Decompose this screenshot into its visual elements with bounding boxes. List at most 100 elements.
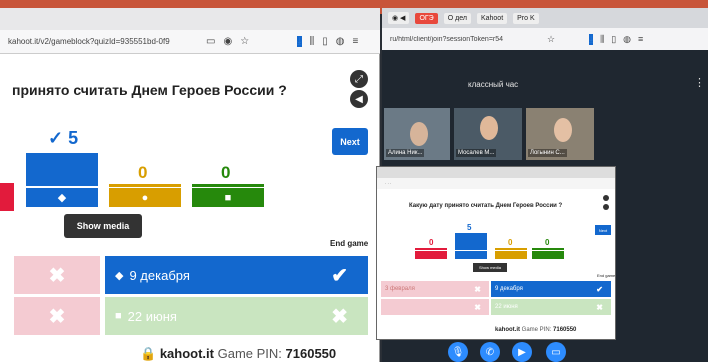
correct-icon: ✔ (596, 284, 603, 294)
answer-green-label: 22 июня (127, 308, 177, 324)
participant-tile-3[interactable]: Логынин С... (526, 108, 594, 160)
lock-icon: 🔒 (140, 346, 157, 361)
tab-pro-k[interactable]: Pro K (513, 12, 539, 24)
right-url-text[interactable]: ru/html/client/join?sessionToken=r54 (390, 36, 540, 43)
phone-icon[interactable]: ✆ (480, 342, 500, 362)
shared-footer-site: kahoot.it (495, 327, 520, 333)
screen-share-icon[interactable]: ▭ (546, 342, 566, 362)
tab-oge[interactable]: ОГЭ (415, 12, 438, 24)
download-icon[interactable]: ⤓ (297, 36, 302, 47)
check-icon: ✓ (48, 128, 64, 148)
sidebar-icon[interactable]: ▯ (611, 34, 616, 45)
shared-triangle-bar (415, 251, 447, 259)
shared-question: Какую дату принято считать Днем Героев Р… (409, 203, 563, 209)
answer-yellow: ✖ (14, 297, 100, 335)
wrong-icon: ✖ (48, 305, 66, 328)
circle-icon: ● (109, 188, 181, 207)
right-tab-bar: ◉ ◀ ОГЭ О дел Kahoot Pro K (382, 8, 708, 28)
screen: kahoot.it/v2/gameblock?quizId=935551bd-0… (0, 0, 708, 362)
account-icon[interactable]: ◍ (623, 34, 631, 45)
wrong-icon: ✖ (474, 284, 481, 294)
count-blue: 5 (68, 128, 79, 148)
shared-count-red: 0 (429, 238, 434, 247)
shield-icon[interactable]: ◉ (223, 36, 232, 47)
shared-bar-green (532, 248, 564, 250)
shared-answer-blue-label: 9 декабря (495, 286, 523, 292)
shared-bar-yellow (495, 248, 527, 250)
participant-tile-1[interactable]: Алина Ник... (384, 108, 450, 160)
fullscreen-icon[interactable]: ⤢ (350, 70, 368, 88)
account-icon[interactable]: ◍ (336, 36, 345, 47)
shared-footer: kahoot.it Game PIN: 7160550 (495, 327, 576, 333)
game-footer: 🔒 kahoot.it Game PIN: 7160550 (140, 346, 336, 362)
answer-bar-green (192, 184, 264, 187)
shared-count-blue: 5 (467, 223, 472, 232)
download-icon[interactable]: ⤓ (589, 33, 594, 45)
tab-kahoot[interactable]: Kahoot (476, 12, 508, 24)
count-yellow: 0 (138, 163, 148, 182)
volume-icon[interactable]: ◀ (350, 90, 368, 108)
wrong-icon: ✖ (331, 305, 348, 328)
next-button[interactable]: Next (332, 128, 368, 155)
answer-bar-red (0, 183, 14, 211)
fullscreen-icon (603, 195, 609, 201)
end-game-button[interactable]: End game (330, 239, 368, 248)
shared-bar-blue (455, 233, 487, 250)
shared-square-bar (532, 251, 564, 259)
wrong-icon: ✖ (474, 302, 481, 312)
correct-icon: ✔ (331, 264, 348, 287)
star-icon[interactable]: ☆ (547, 34, 555, 45)
reader-icon[interactable]: ▭ (206, 36, 215, 47)
menu-icon[interactable]: ≡ (352, 36, 358, 47)
diamond-icon: ◆ (115, 269, 124, 282)
library-icon[interactable]: ⫼ (310, 36, 315, 47)
shared-answer-blue: 9 декабря ✔ (491, 281, 611, 297)
more-options-icon[interactable]: ⋮ (694, 76, 705, 89)
show-media-button[interactable]: Show media (64, 214, 142, 238)
count-green: 0 (221, 163, 231, 182)
shared-count-green: 0 (545, 238, 550, 247)
left-address-bar[interactable]: kahoot.it/v2/gameblock?quizId=935551bd-0… (0, 30, 380, 54)
correct-count-label: ✓ 5 (48, 128, 78, 149)
wrong-icon: ✖ (596, 302, 603, 312)
shared-circle-bar (495, 251, 527, 259)
answer-blue-correct: ◆ 9 декабря ✔ (105, 256, 368, 294)
footer-site: kahoot.it (159, 346, 214, 361)
shared-diamond-bar (455, 251, 487, 259)
wrong-icon: ✖ (48, 264, 66, 287)
diamond-icon: ◆ (26, 188, 98, 207)
left-url-text[interactable]: kahoot.it/v2/gameblock?quizId=935551bd-0… (8, 37, 198, 46)
shared-bar-red (415, 248, 447, 250)
footer-pin-label: Game PIN: (217, 346, 282, 361)
shared-answer-red: 3 февраля ✖ (381, 281, 489, 297)
tab-o-del[interactable]: О дел (443, 12, 471, 24)
camera-icon[interactable]: ▶ (512, 342, 532, 362)
shared-next-button: Next (595, 225, 611, 235)
shared-count-yellow: 0 (508, 238, 513, 247)
star-icon[interactable]: ☆ (240, 36, 249, 47)
meeting-title: классный час (468, 80, 519, 89)
avatar (554, 118, 572, 142)
shared-screen: · · · Какую дату принято считать Днем Ге… (376, 166, 616, 340)
answer-green: ■ 22 июня ✖ (105, 297, 368, 335)
volume-icon (603, 204, 609, 210)
answer-bar-blue (26, 153, 98, 186)
right-address-bar[interactable]: ru/html/client/join?sessionToken=r54 ☆ ⤓… (382, 28, 708, 50)
mic-icon[interactable]: 🎙 (448, 342, 468, 362)
participant-name: Алина Ник... (386, 149, 425, 157)
shared-answer-green-label: 22 июня (495, 304, 518, 310)
sidebar-icon[interactable]: ▯ (322, 36, 328, 47)
shared-footer-pin: 7160550 (553, 327, 577, 333)
shared-answer-yellow: ✖ (381, 299, 489, 315)
answer-red: ✖ (14, 256, 100, 294)
library-icon[interactable]: ⫼ (600, 34, 604, 45)
shared-end-game: End game (597, 273, 616, 278)
participant-tile-2[interactable]: Мосалев М... (454, 108, 522, 160)
footer-pin: 7160550 (285, 346, 337, 361)
question-text: принято считать Днем Героев России ? (12, 82, 287, 98)
answer-bar-yellow (109, 184, 181, 187)
tab-ege[interactable]: ◉ ◀ (388, 12, 410, 24)
avatar (410, 122, 428, 146)
left-tab-bar (0, 8, 380, 30)
menu-icon[interactable]: ≡ (638, 34, 643, 44)
